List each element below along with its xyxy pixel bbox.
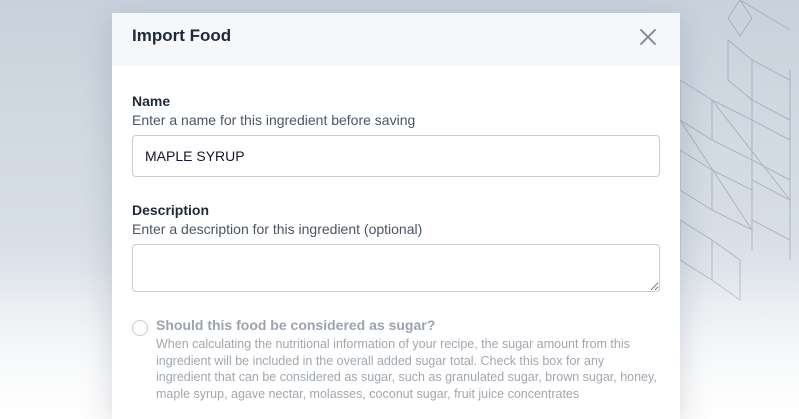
- name-input[interactable]: [132, 135, 660, 177]
- sugar-option-description: When calculating the nutritional informa…: [156, 337, 657, 401]
- dialog-title: Import Food: [132, 26, 232, 45]
- description-field-group: Description Enter a description for this…: [132, 202, 660, 292]
- sugar-checkbox[interactable]: [132, 320, 148, 336]
- name-hint: Enter a name for this ingredient before …: [132, 112, 416, 128]
- dialog-header: Import Food: [112, 13, 680, 66]
- sugar-option-label: Should this food be considered as sugar?: [156, 317, 436, 333]
- name-label: Name: [132, 93, 171, 109]
- import-food-dialog: Import Food Name Enter a name for this i…: [112, 13, 680, 419]
- description-label: Description: [132, 202, 210, 218]
- close-button[interactable]: [635, 24, 661, 50]
- description-hint: Enter a description for this ingredient …: [132, 221, 423, 237]
- sugar-option: Should this food be considered as sugar?…: [132, 317, 660, 402]
- name-field-group: Name Enter a name for this ingredient be…: [132, 93, 660, 177]
- description-textarea[interactable]: [132, 244, 660, 292]
- close-icon: [640, 29, 656, 45]
